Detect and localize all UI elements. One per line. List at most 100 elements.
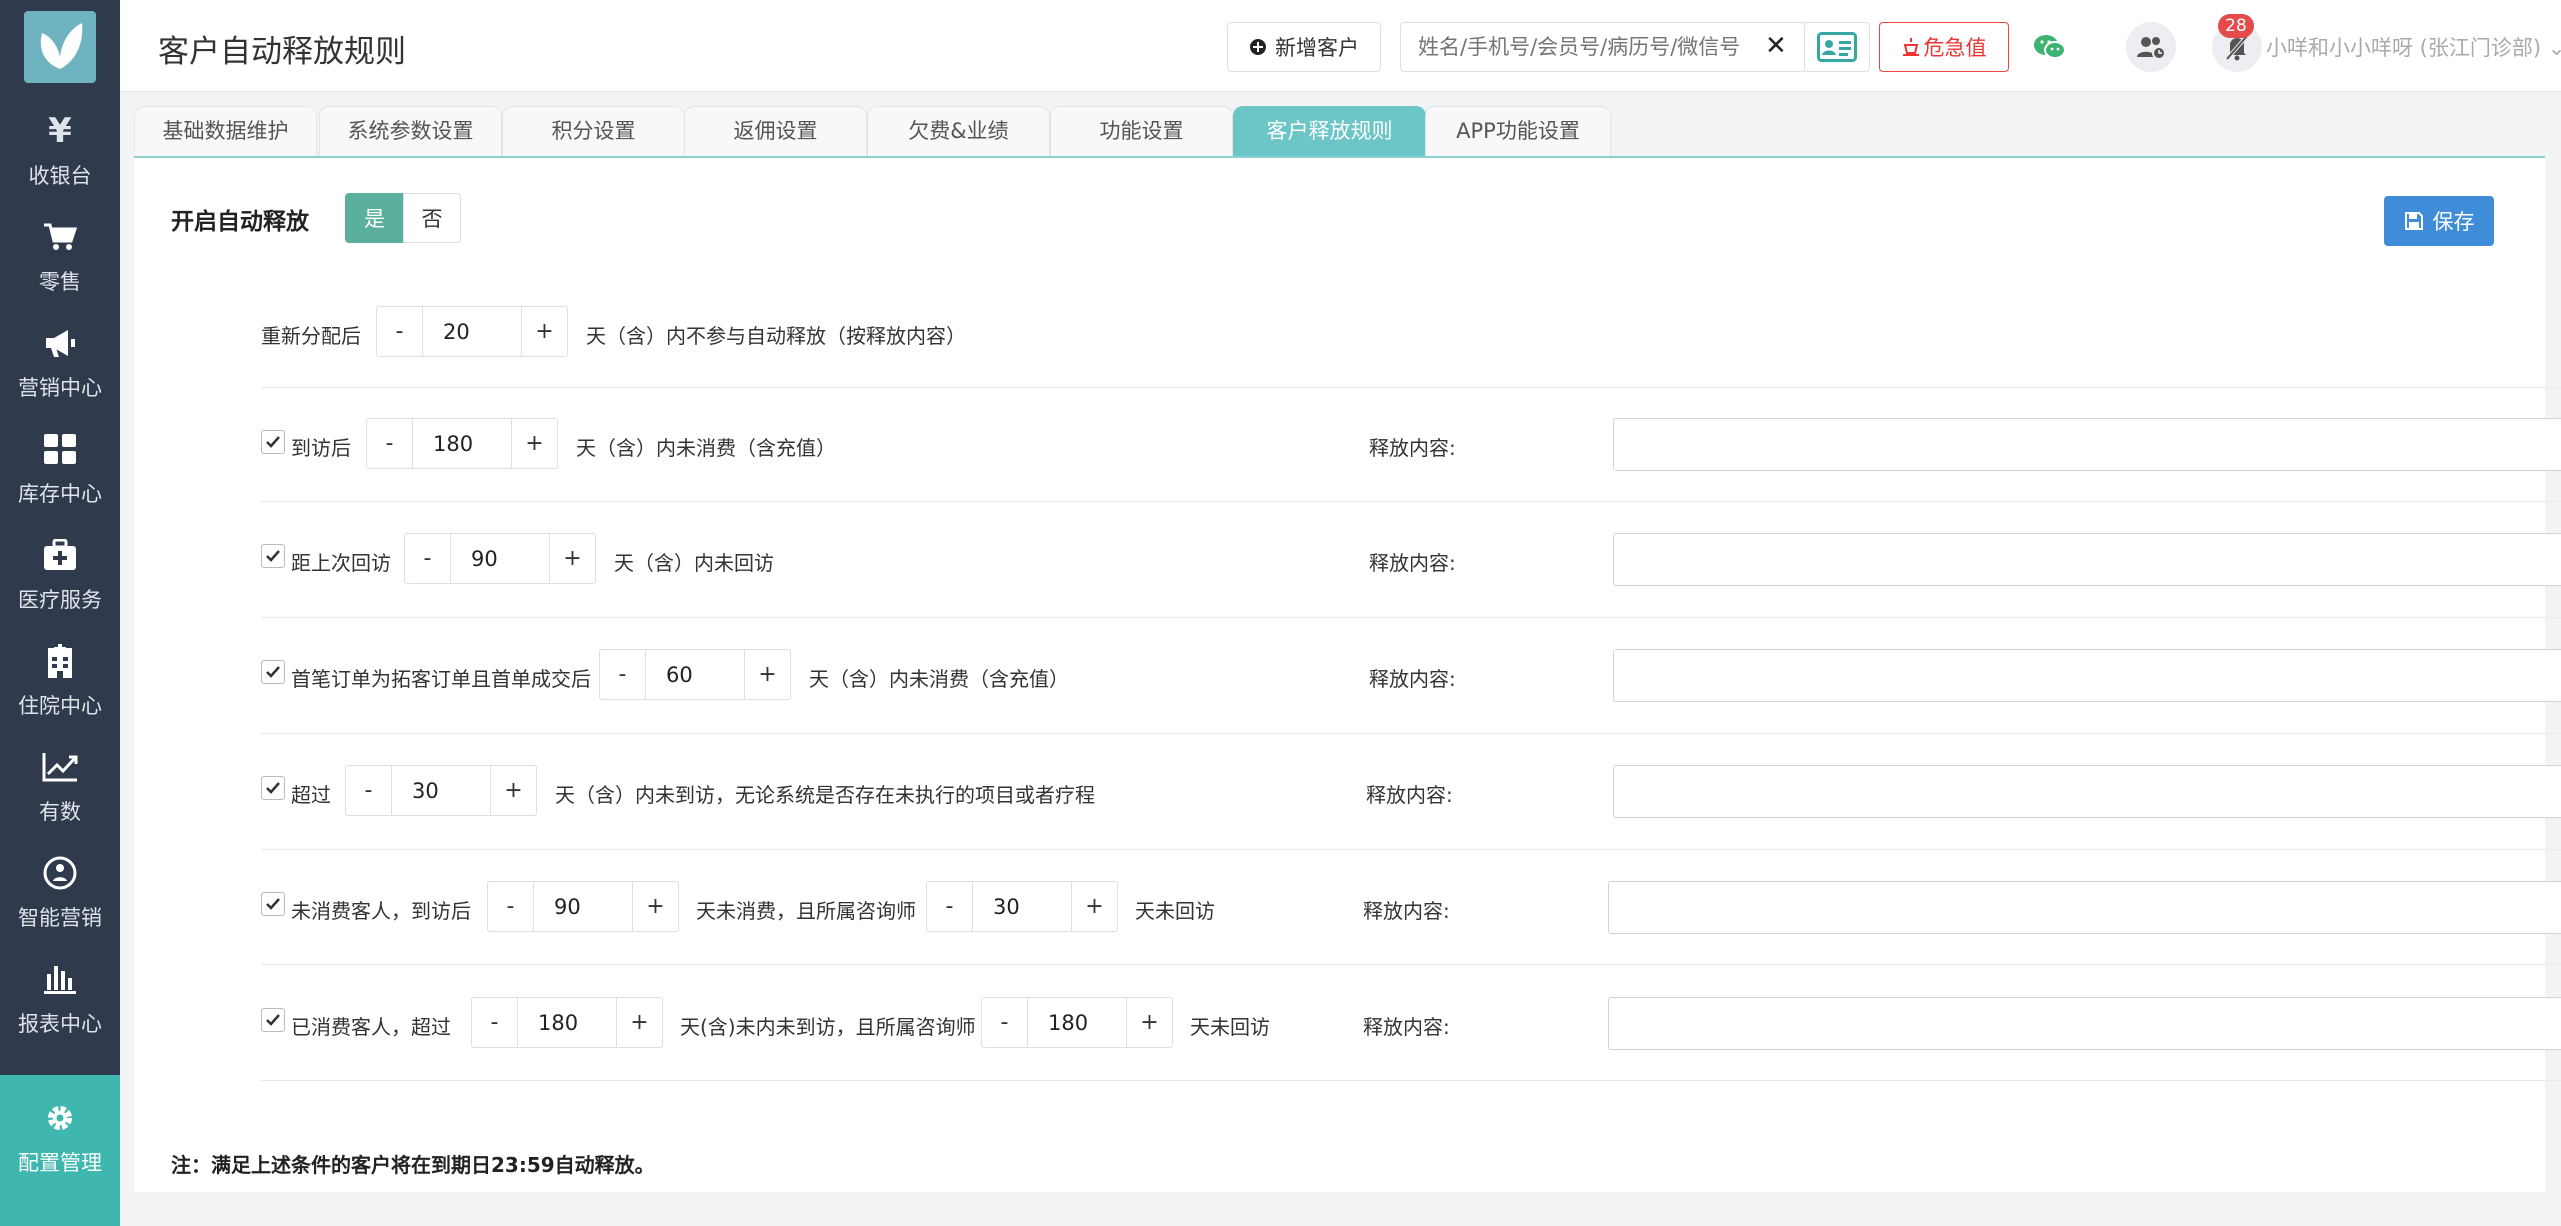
team-icon: [2137, 37, 2166, 60]
tab-commission[interactable]: 返佣设置: [684, 106, 867, 156]
divider: [261, 501, 2561, 502]
stepper-minus-button[interactable]: -: [927, 882, 972, 931]
stepper-minus-button[interactable]: -: [367, 419, 412, 468]
sidebar-item-label: 有数: [39, 800, 81, 824]
stepper-minus-button[interactable]: -: [377, 307, 422, 356]
release-note: 注：满足上述条件的客户将在到期日23:59自动释放。: [171, 1153, 655, 1177]
sidebar-item-marketing[interactable]: 营销中心: [0, 306, 120, 410]
stepper-value[interactable]: 90: [450, 534, 550, 583]
stepper-plus-button[interactable]: +: [745, 650, 790, 699]
release-content-field[interactable]: [1608, 997, 2561, 1050]
stepper-value[interactable]: 180: [412, 419, 512, 468]
sidebar-item-label: 零售: [39, 270, 81, 294]
tab-basic-data[interactable]: 基础数据维护: [134, 106, 317, 156]
stepper-plus-button[interactable]: +: [512, 419, 557, 468]
rule-prefix: 距上次回访: [291, 551, 391, 575]
divider: [261, 964, 2561, 965]
rule-prefix: 首笔订单为拓客订单且首单成交后: [291, 667, 591, 691]
sidebar-item-cashier[interactable]: ¥ 收银台: [0, 94, 120, 198]
clear-search-icon[interactable]: ✕: [1765, 31, 1787, 61]
sidebar-item-label: 医疗服务: [18, 588, 102, 612]
stepper-minus-button[interactable]: -: [982, 998, 1027, 1047]
release-content-field[interactable]: [1613, 765, 2561, 818]
critical-value-label: 危急值: [1923, 36, 1987, 60]
stepper-value[interactable]: 90: [533, 882, 633, 931]
user-menu[interactable]: 小咩和小小咩呀 (张江门诊部) ⌄: [2266, 32, 2561, 62]
sidebar-item-inventory[interactable]: 库存中心: [0, 412, 120, 516]
stepper-value[interactable]: 180: [1027, 998, 1127, 1047]
bar-chart-icon: [0, 960, 120, 998]
rule-checkbox[interactable]: [261, 544, 285, 568]
enable-no-toggle[interactable]: 否: [403, 193, 461, 243]
sidebar-item-retail[interactable]: 零售: [0, 200, 120, 304]
rule-checkbox[interactable]: [261, 776, 285, 800]
app-logo[interactable]: [24, 11, 96, 83]
release-rules-panel: 开启自动释放 是 否 保存 重新分配后 - 20 + 天（含）内不参与自动释放（…: [134, 156, 2561, 1192]
add-customer-button[interactable]: 新增客户: [1227, 22, 1381, 72]
rule-days-stepper: - 60 +: [599, 649, 791, 700]
rule-checkbox[interactable]: [261, 660, 285, 684]
rule-checkbox[interactable]: [261, 892, 285, 916]
sidebar-item-label: 配置管理: [18, 1151, 102, 1175]
stepper-minus-button[interactable]: -: [346, 766, 391, 815]
checkmark-icon: [266, 898, 280, 910]
stepper-minus-button[interactable]: -: [472, 998, 517, 1047]
sidebar-item-medical[interactable]: 医疗服务: [0, 518, 120, 622]
sidebar-item-reports[interactable]: 报表中心: [0, 942, 120, 1046]
stepper-minus-button[interactable]: -: [405, 534, 450, 583]
tab-customer-release[interactable]: 客户释放规则: [1233, 106, 1426, 156]
tab-system-params[interactable]: 系统参数设置: [319, 106, 502, 156]
hospital-icon: [0, 642, 120, 680]
line-chart-icon: [0, 748, 120, 786]
checkmark-icon: [266, 782, 280, 794]
user-name: 小咩和小小咩呀 (张江门诊部): [2266, 36, 2542, 60]
release-content-field[interactable]: [1608, 881, 2561, 934]
tab-points[interactable]: 积分设置: [502, 106, 685, 156]
stepper-plus-button[interactable]: +: [491, 766, 536, 815]
rule-checkbox[interactable]: [261, 430, 285, 454]
stepper-value[interactable]: 30: [972, 882, 1072, 931]
stepper-plus-button[interactable]: +: [1127, 998, 1172, 1047]
rule-days-stepper: - 30 +: [345, 765, 537, 816]
stepper-plus-button[interactable]: +: [550, 534, 595, 583]
add-customer-label: 新增客户: [1275, 36, 1359, 60]
customer-search-input[interactable]: [1401, 23, 1761, 71]
rule-days-stepper: - 180 +: [471, 997, 663, 1048]
stepper-plus-button[interactable]: +: [522, 307, 567, 356]
stepper-value[interactable]: 30: [391, 766, 491, 815]
enable-yes-toggle[interactable]: 是: [345, 193, 404, 243]
cart-icon: [0, 218, 120, 256]
sidebar-item-smart-marketing[interactable]: 智能营销: [0, 836, 120, 940]
rule-checkbox[interactable]: [261, 1008, 285, 1032]
sidebar-item-data[interactable]: 有数: [0, 730, 120, 834]
stepper-value[interactable]: 20: [422, 307, 522, 356]
team-button[interactable]: [2126, 22, 2176, 72]
tab-functions[interactable]: 功能设置: [1050, 106, 1233, 156]
stepper-plus-button[interactable]: +: [633, 882, 678, 931]
sidebar: ¥ 收银台 零售 营销中心 库存中心 医疗服务 住院中心 有数 智能营销 报表中…: [0, 0, 120, 1226]
release-content-field[interactable]: [1613, 649, 2561, 702]
critical-value-button[interactable]: 危急值: [1879, 22, 2009, 72]
sidebar-item-inpatient[interactable]: 住院中心: [0, 624, 120, 728]
warning-icon: [1902, 38, 1919, 56]
tab-app-functions[interactable]: APP功能设置: [1425, 106, 1611, 156]
stepper-minus-button[interactable]: -: [600, 650, 645, 699]
stepper-plus-button[interactable]: +: [617, 998, 662, 1047]
tab-arrears-performance[interactable]: 欠费&业绩: [867, 106, 1050, 156]
divider: [261, 733, 2561, 734]
release-content-field[interactable]: [1613, 533, 2561, 586]
top-bar: 客户自动释放规则 新增客户 ✕ 危急值: [120, 0, 2561, 92]
release-content-label: 释放内容:: [1363, 1015, 1450, 1039]
sidebar-item-config[interactable]: 配置管理: [0, 1075, 120, 1226]
id-card-button[interactable]: [1804, 22, 1870, 72]
release-content-field[interactable]: [1613, 418, 2561, 471]
rule-counselor-days-stepper: - 180 +: [981, 997, 1173, 1048]
stepper-value[interactable]: 180: [517, 998, 617, 1047]
save-button[interactable]: 保存: [2384, 196, 2494, 246]
plus-circle-icon: [1250, 39, 1266, 55]
stepper-value[interactable]: 60: [645, 650, 745, 699]
stepper-minus-button[interactable]: -: [488, 882, 533, 931]
stepper-plus-button[interactable]: +: [1072, 882, 1117, 931]
gear-icon: [0, 1099, 120, 1137]
wechat-button[interactable]: [2025, 22, 2075, 72]
